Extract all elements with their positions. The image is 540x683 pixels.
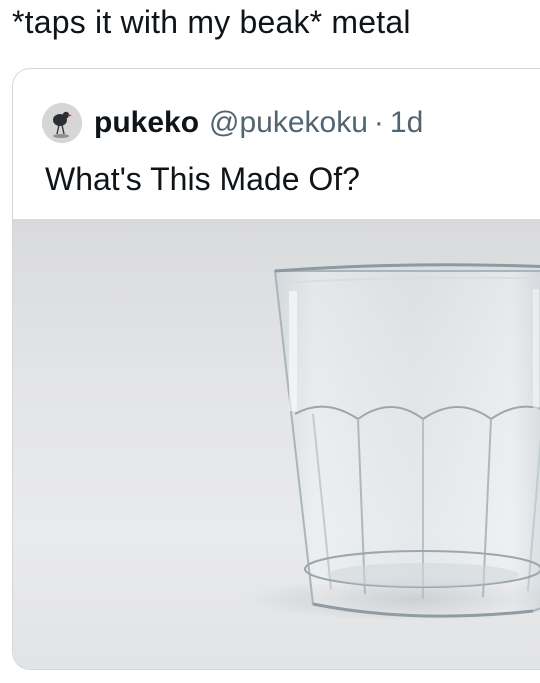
quoted-tweet-text: What's This Made Of? [45,161,360,197]
user-handle[interactable]: @pukekoku [209,106,368,140]
avatar[interactable] [42,103,82,143]
quoted-tweet-header: pukeko @pukekoku · 1d [42,103,423,143]
quoted-tweet-card[interactable]: pukeko @pukekoku · 1d What's This Made O… [12,68,540,670]
glass-tumbler-image [243,263,540,621]
tweet-media-image[interactable] [13,219,540,669]
separator-dot: · [373,106,384,139]
post-text: *taps it with my beak* metal [12,4,411,40]
display-name[interactable]: pukeko [94,106,199,140]
pukeko-bird-avatar-icon [42,103,82,143]
timestamp[interactable]: 1d [390,106,423,140]
